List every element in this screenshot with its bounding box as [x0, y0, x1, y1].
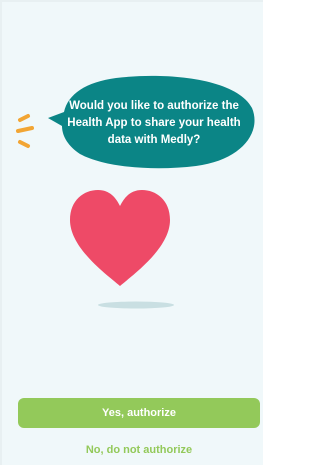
- authorization-prompt: Would you like to authorize the Health A…: [67, 100, 241, 146]
- authorization-screen: Would you like to authorize the Health A…: [0, 0, 263, 465]
- authorize-button[interactable]: Yes, authorize: [18, 398, 260, 428]
- sparkle-lines-icon: [16, 114, 34, 148]
- decline-button[interactable]: No, do not authorize: [18, 442, 260, 458]
- heart-icon: [70, 190, 170, 286]
- heart-shadow: [98, 301, 174, 309]
